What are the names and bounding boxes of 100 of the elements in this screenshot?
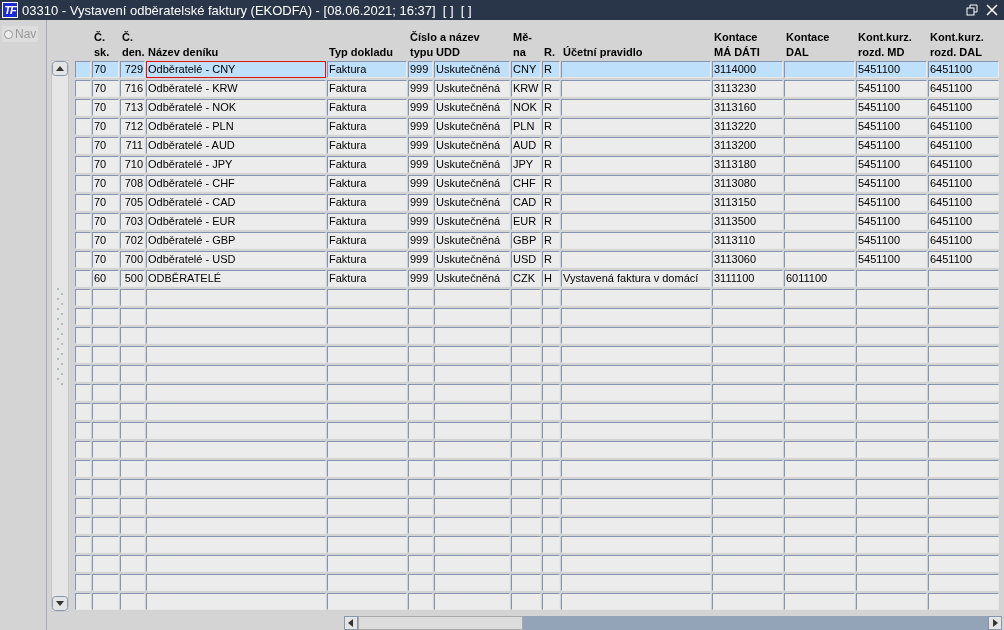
table-cell[interactable] (856, 441, 927, 458)
table-cell[interactable] (712, 441, 783, 458)
table-cell[interactable] (434, 593, 510, 610)
table-cell[interactable]: Faktura (327, 251, 407, 268)
table-cell[interactable] (561, 137, 711, 154)
table-cell[interactable]: Odběratelé - KRW (146, 80, 326, 97)
scroll-right-icon[interactable] (988, 616, 1002, 630)
table-cell[interactable] (408, 308, 433, 325)
table-cell[interactable]: 70 (92, 194, 119, 211)
table-cell[interactable] (542, 346, 560, 363)
table-cell[interactable] (542, 479, 560, 496)
table-cell[interactable]: Odběratelé - USD (146, 251, 326, 268)
table-cell[interactable] (784, 365, 855, 382)
table-cell[interactable]: 708 (120, 175, 145, 192)
table-cell[interactable] (92, 308, 119, 325)
table-cell[interactable]: NOK (511, 99, 541, 116)
table-cell[interactable]: 5451100 (856, 213, 927, 230)
table-cell[interactable] (928, 308, 999, 325)
table-cell[interactable] (120, 517, 145, 534)
table-cell[interactable]: 729 (120, 61, 145, 78)
table-cell[interactable] (120, 441, 145, 458)
scroll-up-icon[interactable] (52, 61, 68, 76)
table-cell[interactable]: 999 (408, 175, 433, 192)
table-cell[interactable]: 70 (92, 118, 119, 135)
horizontal-scrollbar[interactable] (344, 616, 1002, 630)
table-cell[interactable] (434, 346, 510, 363)
table-cell[interactable] (434, 308, 510, 325)
row-selector[interactable] (75, 517, 91, 534)
table-cell[interactable] (92, 327, 119, 344)
table-cell[interactable] (408, 479, 433, 496)
table-cell[interactable] (92, 574, 119, 591)
table-cell[interactable] (784, 137, 855, 154)
table-cell[interactable]: JPY (511, 156, 541, 173)
scroll-left-icon[interactable] (344, 616, 358, 630)
table-cell[interactable] (712, 289, 783, 306)
table-cell[interactable] (928, 536, 999, 553)
table-cell[interactable] (434, 574, 510, 591)
table-cell[interactable] (92, 593, 119, 610)
table-cell[interactable] (784, 384, 855, 401)
table-cell[interactable] (120, 327, 145, 344)
table-cell[interactable] (120, 403, 145, 420)
table-cell[interactable] (712, 555, 783, 572)
table-cell[interactable] (856, 593, 927, 610)
table-cell[interactable] (511, 384, 541, 401)
table-cell[interactable] (784, 213, 855, 230)
table-cell[interactable] (408, 574, 433, 591)
table-cell[interactable] (120, 536, 145, 553)
table-cell[interactable] (561, 593, 711, 610)
table-cell[interactable] (511, 308, 541, 325)
table-cell[interactable] (561, 365, 711, 382)
table-cell[interactable]: Faktura (327, 118, 407, 135)
row-selector[interactable] (75, 498, 91, 515)
table-cell[interactable] (146, 289, 326, 306)
table-cell[interactable]: ODBĚRATELÉ (146, 270, 326, 287)
table-cell[interactable]: 6011100 (784, 270, 855, 287)
table-cell[interactable]: 3113200 (712, 137, 783, 154)
table-cell[interactable] (561, 403, 711, 420)
row-selector[interactable] (75, 232, 91, 249)
table-cell[interactable]: 5451100 (856, 99, 927, 116)
table-cell[interactable]: 3113180 (712, 156, 783, 173)
table-cell[interactable] (784, 251, 855, 268)
table-cell[interactable] (856, 289, 927, 306)
row-selector[interactable] (75, 422, 91, 439)
table-cell[interactable] (327, 441, 407, 458)
table-cell[interactable]: Faktura (327, 61, 407, 78)
row-selector[interactable] (75, 365, 91, 382)
table-cell[interactable] (511, 289, 541, 306)
table-cell[interactable] (146, 517, 326, 534)
table-cell[interactable] (712, 574, 783, 591)
table-cell[interactable] (712, 346, 783, 363)
table-cell[interactable] (712, 498, 783, 515)
table-cell[interactable]: CHF (511, 175, 541, 192)
table-cell[interactable] (408, 460, 433, 477)
table-cell[interactable] (327, 422, 407, 439)
table-cell[interactable] (561, 99, 711, 116)
table-cell[interactable] (408, 289, 433, 306)
table-cell[interactable] (327, 327, 407, 344)
table-cell[interactable]: Uskutečněná (434, 213, 510, 230)
table-cell[interactable]: USD (511, 251, 541, 268)
table-cell[interactable] (511, 536, 541, 553)
table-cell[interactable] (561, 251, 711, 268)
table-cell[interactable] (542, 327, 560, 344)
table-cell[interactable] (856, 536, 927, 553)
restore-icon[interactable] (966, 4, 978, 16)
table-cell[interactable] (434, 517, 510, 534)
table-cell[interactable]: 6451100 (928, 232, 999, 249)
table-cell[interactable]: 3114000 (712, 61, 783, 78)
table-cell[interactable] (511, 403, 541, 420)
table-cell[interactable] (928, 384, 999, 401)
table-cell[interactable] (408, 365, 433, 382)
table-cell[interactable]: 5451100 (856, 80, 927, 97)
table-cell[interactable] (784, 308, 855, 325)
table-cell[interactable] (542, 536, 560, 553)
table-cell[interactable] (92, 441, 119, 458)
table-cell[interactable] (856, 460, 927, 477)
table-cell[interactable]: Faktura (327, 137, 407, 154)
table-cell[interactable] (561, 555, 711, 572)
table-cell[interactable]: 70 (92, 99, 119, 116)
table-cell[interactable] (408, 536, 433, 553)
table-cell[interactable]: 999 (408, 232, 433, 249)
